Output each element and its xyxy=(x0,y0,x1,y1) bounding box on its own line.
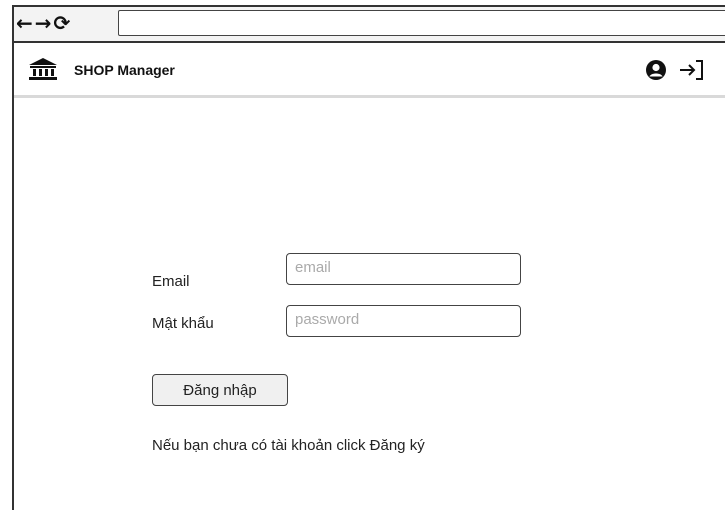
forward-arrow-icon[interactable]: → xyxy=(35,11,52,35)
app-header: SHOP Manager xyxy=(14,43,725,98)
email-label: Email xyxy=(152,273,190,290)
login-button[interactable]: Đăng nhập xyxy=(152,374,288,406)
url-bar[interactable] xyxy=(118,10,725,36)
back-arrow-icon[interactable]: ← xyxy=(16,11,33,35)
password-field[interactable] xyxy=(286,305,521,337)
reload-icon[interactable]: ⟳ xyxy=(54,11,71,35)
password-label: Mật khẩu xyxy=(152,315,214,332)
email-field[interactable] xyxy=(286,253,521,285)
sign-out-icon[interactable] xyxy=(679,59,705,81)
browser-nav: ← → ⟳ xyxy=(16,11,70,35)
bank-icon xyxy=(29,58,57,80)
browser-toolbar: ← → ⟳ xyxy=(14,7,725,43)
user-circle-icon[interactable] xyxy=(645,59,667,81)
register-note: Nếu bạn chưa có tài khoản click Đăng ký xyxy=(152,437,425,454)
browser-window: ← → ⟳ SHOP Manager Email Mật khẩu xyxy=(12,5,725,510)
app-title: SHOP Manager xyxy=(74,62,175,78)
